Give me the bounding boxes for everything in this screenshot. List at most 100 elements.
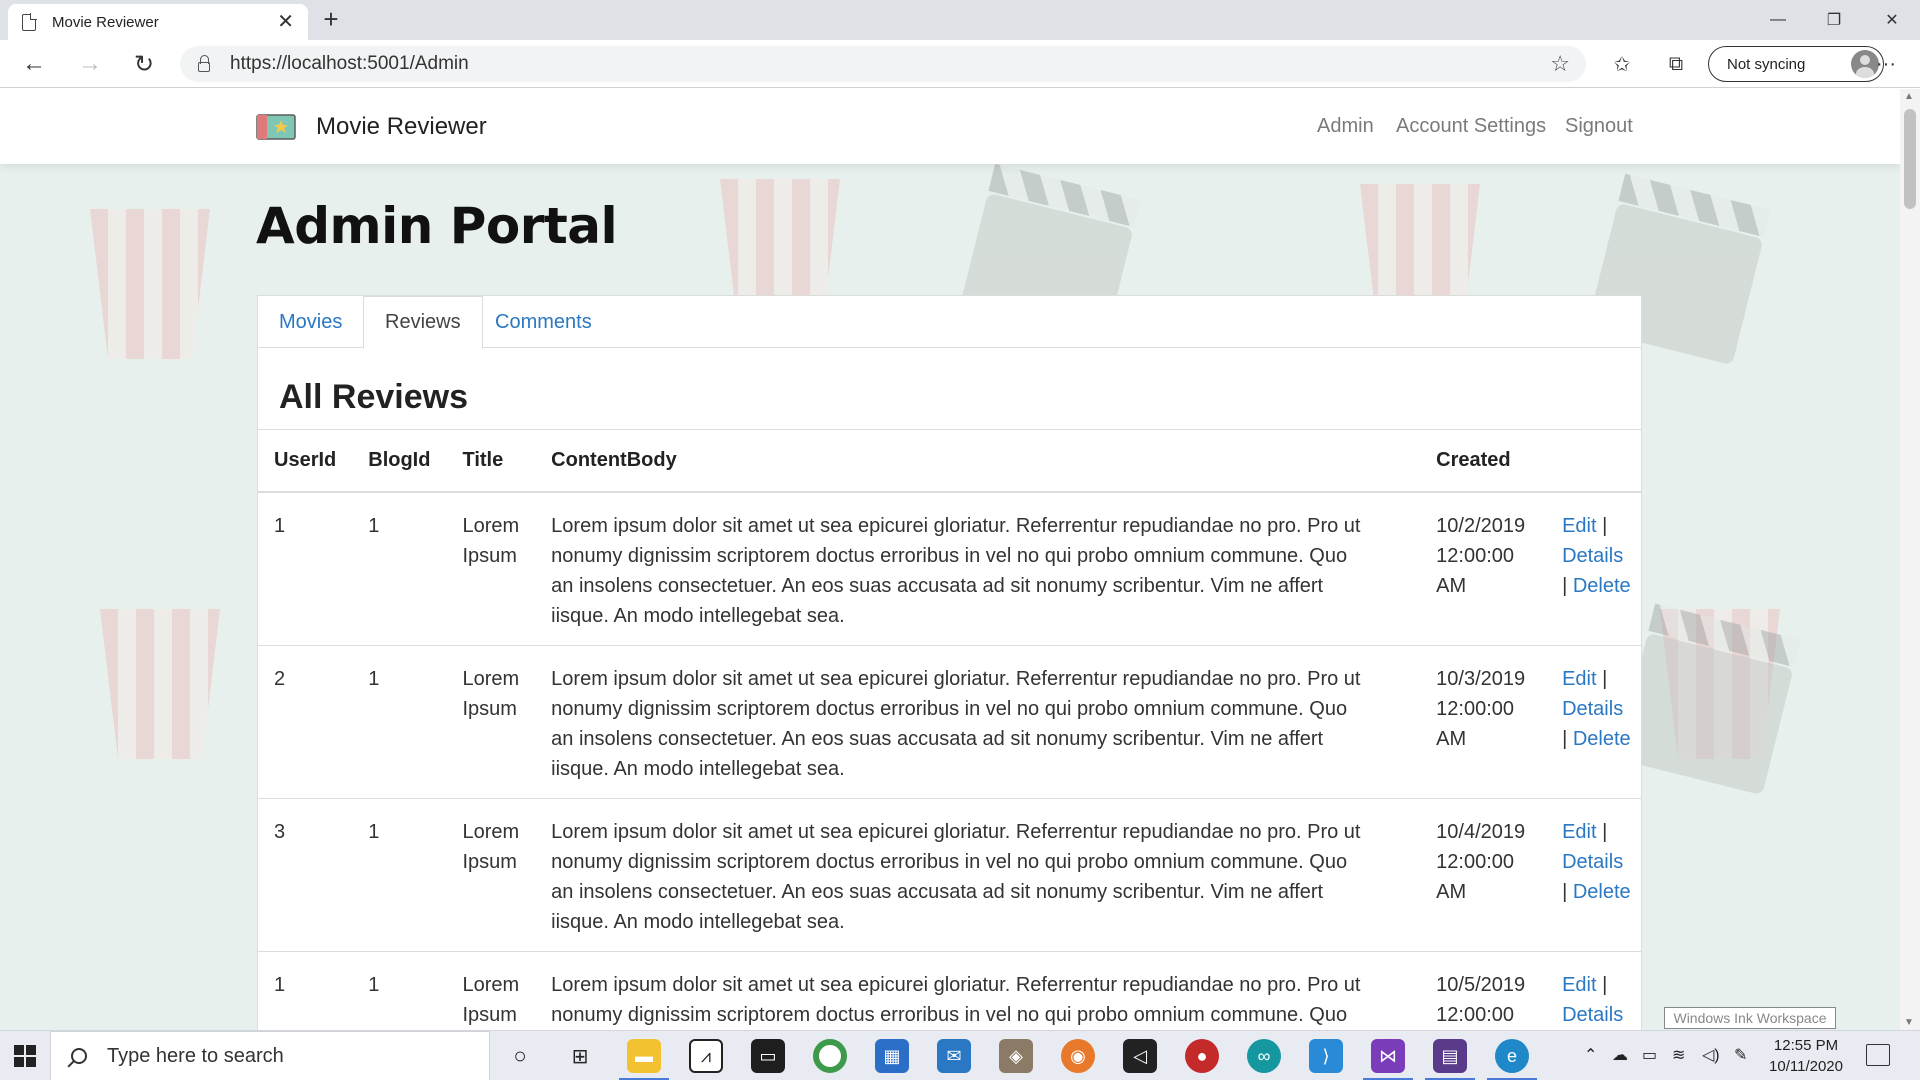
profile-sync-button[interactable]: Not syncing [1708, 46, 1884, 82]
action-separator: | [1602, 973, 1608, 996]
volume-icon[interactable]: ◁) [1702, 1045, 1720, 1065]
details-link[interactable]: Details [1562, 1004, 1623, 1026]
site-navbar: Movie Reviewer Admin Account Settings Si… [0, 89, 1900, 164]
cell-created: 10/3/2019 12:00:00 AM [1420, 645, 1553, 799]
cell-userid: 2 [258, 645, 353, 799]
edit-link[interactable]: Edit [1562, 668, 1596, 690]
edit-link[interactable]: Edit [1562, 515, 1596, 537]
close-tab-icon[interactable]: ✕ [277, 12, 294, 32]
header-created: Created [1420, 429, 1553, 493]
new-tab-button[interactable]: + [316, 4, 346, 35]
cell-created: 10/5/2019 12:00:00 AM [1420, 951, 1553, 1030]
cell-created: 10/4/2019 12:00:00 AM [1420, 798, 1553, 952]
restore-icon[interactable]: ❐ [1806, 0, 1862, 40]
ssms-icon[interactable]: ▤ [1425, 1039, 1475, 1080]
close-window-icon[interactable]: ✕ [1864, 0, 1920, 40]
nav-link-admin[interactable]: Admin [1317, 115, 1374, 138]
forward-icon[interactable]: → [70, 40, 110, 88]
taskbar-search[interactable]: Type here to search [50, 1031, 490, 1080]
table-row: 2 1 Lorem Ipsum Lorem ipsum dolor sit am… [258, 645, 1641, 799]
cell-contentbody: Lorem ipsum dolor sit amet ut sea epicur… [535, 951, 1421, 1030]
cell-created: 10/2/2019 12:00:00 AM [1420, 491, 1553, 646]
tab-comments[interactable]: Comments [474, 296, 613, 348]
details-link[interactable]: Details [1562, 698, 1623, 720]
blender-icon[interactable]: ◉ [1061, 1039, 1095, 1073]
arduino-icon[interactable]: ∞ [1247, 1039, 1281, 1073]
tab-reviews[interactable]: Reviews [363, 296, 483, 349]
mail-icon[interactable]: ✉ [937, 1039, 971, 1073]
visual-studio-icon[interactable]: ⋈ [1363, 1039, 1413, 1080]
row-actions: Edit | Details | Delete [1552, 798, 1641, 952]
wifi-icon[interactable]: ≋ [1672, 1045, 1685, 1065]
gimp-icon[interactable]: ◈ [999, 1039, 1033, 1073]
scroll-down-icon[interactable]: ▼ [1904, 1017, 1914, 1028]
edge-icon[interactable]: e [1487, 1039, 1537, 1080]
row-actions: Edit | Details | Delete [1552, 491, 1641, 646]
pen-icon[interactable]: ✎ [1734, 1045, 1747, 1065]
nav-link-signout[interactable]: Signout [1565, 115, 1633, 138]
clock-date: 10/11/2020 [1769, 1058, 1843, 1075]
favorites-icon[interactable]: ✩ [1602, 40, 1642, 88]
edit-link[interactable]: Edit [1562, 974, 1596, 996]
windows-ink-workspace-tooltip: Windows Ink Workspace [1664, 1007, 1836, 1029]
cell-userid: 1 [258, 951, 353, 1030]
calendar-icon[interactable]: ▦ [875, 1039, 909, 1073]
refresh-icon[interactable]: ↻ [124, 40, 164, 88]
header-blogid: BlogId [352, 429, 447, 493]
taskbar-clock[interactable]: 12:55 PM 10/11/2020 [1756, 1035, 1856, 1077]
delete-link[interactable]: Delete [1573, 575, 1631, 597]
browser-tab[interactable]: Movie Reviewer ✕ [8, 4, 308, 40]
notification-icon[interactable] [1866, 1044, 1890, 1066]
edit-link[interactable]: Edit [1562, 821, 1596, 843]
scrollbar-thumb[interactable] [1904, 109, 1916, 209]
header-title: Title [446, 429, 536, 493]
tab-movies[interactable]: Movies [258, 296, 363, 348]
minimize-icon[interactable]: — [1750, 0, 1806, 40]
brand-name[interactable]: Movie Reviewer [316, 113, 487, 141]
address-bar[interactable]: https://localhost:5001/Admin ☆ [180, 46, 1586, 82]
scroll-up-icon[interactable]: ▲ [1904, 91, 1914, 102]
terminal-icon[interactable]: ▭ [751, 1039, 785, 1073]
back-icon[interactable]: ← [14, 40, 54, 88]
task-view-icon[interactable]: ⊞ [563, 1039, 597, 1073]
reviews-table: UserId BlogId Title ContentBody Created … [258, 429, 1641, 1030]
page-scrollbar[interactable]: ▲ ▼ [1900, 89, 1920, 1030]
chrome-icon[interactable] [813, 1039, 847, 1073]
tray-chevron-icon[interactable]: ⌃ [1584, 1045, 1597, 1065]
table-row: 1 1 Lorem Ipsum Lorem ipsum dolor sit am… [258, 491, 1641, 646]
nav-link-account-settings[interactable]: Account Settings [1396, 115, 1546, 138]
cell-contentbody: Lorem ipsum dolor sit amet ut sea epicur… [535, 798, 1421, 952]
file-explorer-icon[interactable]: ▬ [619, 1039, 669, 1080]
action-separator: | [1562, 574, 1568, 597]
url-text[interactable]: https://localhost:5001/Admin [230, 53, 1550, 75]
details-link[interactable]: Details [1562, 851, 1623, 873]
more-icon[interactable]: ··· [1866, 40, 1906, 88]
delete-link[interactable]: Delete [1573, 728, 1631, 750]
onedrive-icon[interactable]: ☁ [1612, 1045, 1628, 1065]
action-separator: | [1602, 514, 1608, 537]
ruby-icon[interactable]: ● [1185, 1039, 1219, 1073]
collections-icon[interactable]: ⧉ [1656, 40, 1696, 88]
table-row: 1 1 Lorem Ipsum Lorem ipsum dolor sit am… [258, 951, 1641, 1030]
sync-label: Not syncing [1727, 55, 1806, 73]
ticket-logo-icon[interactable] [256, 113, 296, 141]
battery-icon[interactable]: ▭ [1642, 1045, 1657, 1065]
cortana-icon[interactable]: ○ [503, 1039, 537, 1073]
cell-userid: 1 [258, 491, 353, 646]
clapperboard-decoration [1616, 632, 1794, 796]
browser-titlebar: Movie Reviewer ✕ + — ❐ ✕ [0, 0, 1920, 40]
vscode-icon[interactable]: ⟩ [1309, 1039, 1343, 1073]
windows-start-icon[interactable] [14, 1045, 36, 1067]
cell-blogid: 1 [352, 951, 447, 1030]
stocks-icon[interactable]: ⩘ [689, 1039, 723, 1073]
details-link[interactable]: Details [1562, 545, 1623, 567]
popcorn-decoration [100, 609, 220, 759]
browser-toolbar: ← → ↻ https://localhost:5001/Admin ☆ ✩ ⧉… [0, 40, 1920, 88]
cell-title: Lorem Ipsum [446, 645, 536, 799]
admin-card: Movies Reviews Comments All Reviews User… [257, 295, 1642, 1030]
unity-icon[interactable]: ◁ [1123, 1039, 1157, 1073]
cell-title: Lorem Ipsum [446, 491, 536, 646]
clock-time: 12:55 PM [1773, 1037, 1839, 1054]
delete-link[interactable]: Delete [1573, 881, 1631, 903]
favorite-star-icon[interactable]: ☆ [1550, 51, 1570, 77]
